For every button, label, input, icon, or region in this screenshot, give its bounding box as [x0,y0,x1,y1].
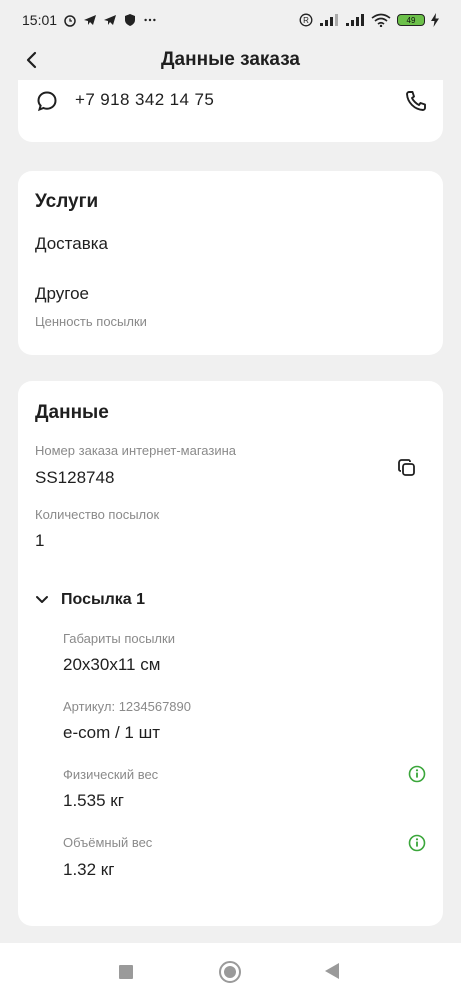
home-circle-icon [224,966,236,978]
volume-weight-label: Объёмный вес [63,835,153,850]
services-card: Услуги Доставка Другое Ценность посылки [18,171,443,355]
system-nav-bar [0,943,461,1000]
copy-icon[interactable] [396,457,418,479]
physical-weight-label: Физический вес [63,767,159,782]
service-item-delivery: Доставка [35,234,109,253]
signal-icon [319,13,339,27]
info-icon[interactable] [408,834,426,852]
physical-weight-value: 1.535 кг [63,791,124,810]
contact-card: +7 918 342 14 75 [18,80,443,142]
order-number-value: SS128748 [35,468,115,487]
info-icon[interactable] [408,765,426,783]
back-button[interactable] [18,46,46,74]
registered-icon: R [299,13,313,27]
signal-icon [345,13,365,27]
telegram-icon [83,13,97,27]
service-other-subtitle: Ценность посылки [35,314,147,329]
status-bar: 15:01 R 49 [0,0,461,40]
wifi-icon [371,13,391,27]
contact-phone[interactable]: +7 918 342 14 75 [75,90,214,110]
article-label: Артикул: 1234567890 [63,699,191,714]
home-button[interactable] [219,961,241,983]
parcel-toggle[interactable]: Посылка 1 [35,591,145,609]
parcels-count-value: 1 [35,531,45,550]
chevron-down-icon [36,596,48,603]
system-back-button[interactable] [325,963,339,979]
shield-icon [123,13,137,27]
service-item-other: Другое [35,284,90,303]
chat-icon[interactable] [36,90,58,112]
alarm-icon [63,13,77,27]
article-value: e-com / 1 шт [63,723,161,742]
volume-weight-value: 1.32 кг [63,860,115,879]
page-title: Данные заказа [161,49,300,70]
telegram-icon [103,13,117,27]
phone-icon[interactable] [404,89,428,113]
parcels-count-label: Количество посылок [35,507,160,522]
data-title: Данные [35,402,109,423]
data-card: Данные Номер заказа интернет-магазина SS… [18,381,443,926]
app-header: Данные заказа [0,40,461,80]
parcel-title: Посылка 1 [61,591,146,608]
chevron-left-icon [26,51,37,69]
svg-text:R: R [303,16,309,25]
charging-bolt-icon [431,13,439,27]
status-time: 15:01 [22,12,58,28]
order-number-label: Номер заказа интернет-магазина [35,443,236,458]
recent-apps-button[interactable] [119,965,133,979]
dimensions-value: 20x30x11 см [63,655,161,674]
dimensions-label: Габариты посылки [63,631,175,646]
services-title: Услуги [35,191,99,212]
battery-icon: 49 [397,14,425,26]
more-dots-icon [143,13,157,27]
